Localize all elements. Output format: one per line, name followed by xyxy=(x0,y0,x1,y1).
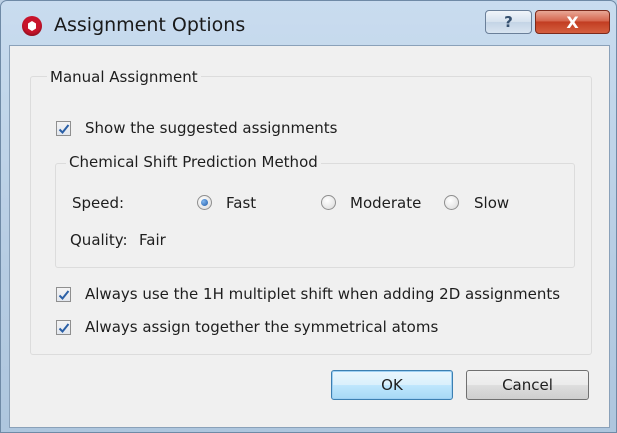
cancel-button[interactable]: Cancel xyxy=(466,370,589,400)
checkmark-icon xyxy=(58,323,70,333)
symmetrical-atoms-checkbox[interactable] xyxy=(56,320,71,335)
show-suggested-label: Show the suggested assignments xyxy=(85,119,338,137)
checkmark-icon xyxy=(58,290,70,300)
symmetrical-atoms-label: Always assign together the symmetrical a… xyxy=(85,318,439,336)
title-bar[interactable]: Assignment Options ? X xyxy=(1,1,616,45)
speed-fast-radio[interactable] xyxy=(197,195,212,210)
prediction-method-group xyxy=(55,163,575,268)
speed-slow-label[interactable]: Slow xyxy=(474,194,509,212)
quality-label: Quality: xyxy=(70,231,128,249)
multiplet-shift-checkbox[interactable] xyxy=(56,287,71,302)
speed-slow-radio[interactable] xyxy=(444,195,459,210)
window-title: Assignment Options xyxy=(54,14,246,36)
ok-button[interactable]: OK xyxy=(331,370,453,400)
help-button[interactable]: ? xyxy=(485,10,532,34)
manual-assignment-title: Manual Assignment xyxy=(47,68,201,86)
quality-value: Fair xyxy=(139,231,166,249)
speed-moderate-radio[interactable] xyxy=(321,195,336,210)
show-suggested-checkbox[interactable] xyxy=(56,121,71,136)
speed-moderate-label[interactable]: Moderate xyxy=(350,194,421,212)
app-logo-icon xyxy=(22,16,42,36)
checkmark-icon xyxy=(58,124,70,134)
close-button[interactable]: X xyxy=(535,10,610,34)
prediction-method-title: Chemical Shift Prediction Method xyxy=(66,153,321,171)
speed-fast-label[interactable]: Fast xyxy=(226,194,256,212)
speed-label: Speed: xyxy=(72,194,125,212)
multiplet-shift-label: Always use the 1H multiplet shift when a… xyxy=(85,285,561,303)
